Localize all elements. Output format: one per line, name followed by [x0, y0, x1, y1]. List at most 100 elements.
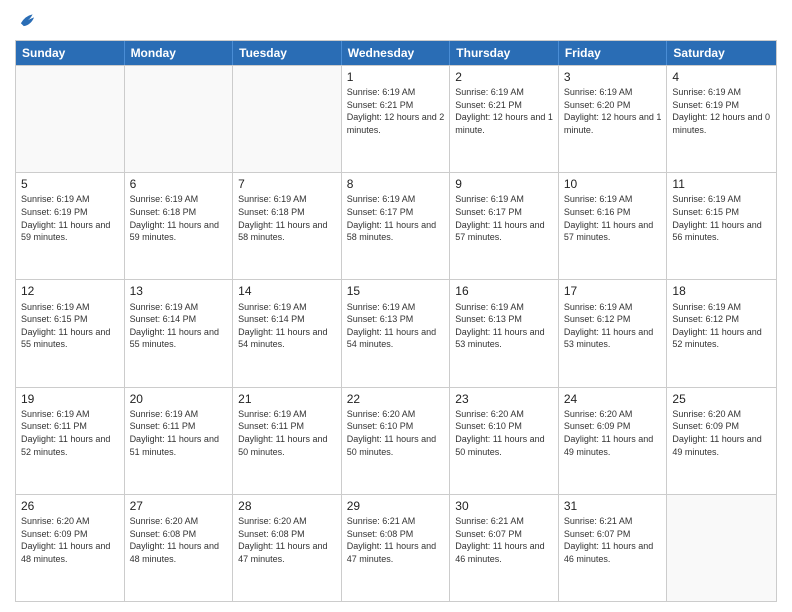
calendar-header: SundayMondayTuesdayWednesdayThursdayFrid…	[16, 41, 776, 65]
cell-info: Sunrise: 6:19 AMSunset: 6:17 PMDaylight:…	[455, 193, 553, 243]
page: SundayMondayTuesdayWednesdayThursdayFrid…	[0, 0, 792, 612]
day-number: 31	[564, 498, 662, 514]
cell-info: Sunrise: 6:20 AMSunset: 6:10 PMDaylight:…	[455, 408, 553, 458]
day-cell-10: 10Sunrise: 6:19 AMSunset: 6:16 PMDayligh…	[559, 173, 668, 279]
cell-info: Sunrise: 6:20 AMSunset: 6:08 PMDaylight:…	[130, 515, 228, 565]
cell-info: Sunrise: 6:21 AMSunset: 6:07 PMDaylight:…	[455, 515, 553, 565]
day-number: 2	[455, 69, 553, 85]
cell-info: Sunrise: 6:19 AMSunset: 6:14 PMDaylight:…	[238, 301, 336, 351]
cell-info: Sunrise: 6:19 AMSunset: 6:16 PMDaylight:…	[564, 193, 662, 243]
cell-info: Sunrise: 6:21 AMSunset: 6:07 PMDaylight:…	[564, 515, 662, 565]
day-cell-19: 19Sunrise: 6:19 AMSunset: 6:11 PMDayligh…	[16, 388, 125, 494]
cell-info: Sunrise: 6:19 AMSunset: 6:18 PMDaylight:…	[238, 193, 336, 243]
week-row-2: 5Sunrise: 6:19 AMSunset: 6:19 PMDaylight…	[16, 172, 776, 279]
day-number: 29	[347, 498, 445, 514]
week-row-3: 12 Sunrise: 6:19 AMSunset: 6:15 PMDayligh…	[16, 279, 776, 386]
cell-info: Sunrise: 6:19 AMSunset: 6:11 PMDaylight:…	[21, 408, 119, 458]
empty-cell	[667, 495, 776, 601]
day-number: 24	[564, 391, 662, 407]
week-row-5: 26Sunrise: 6:20 AMSunset: 6:09 PMDayligh…	[16, 494, 776, 601]
cell-info: Sunrise: 6:20 AMSunset: 6:09 PMDaylight:…	[672, 408, 771, 458]
day-number: 8	[347, 176, 445, 192]
cell-info: Sunrise: 6:19 AMSunset: 6:21 PMDaylight:…	[455, 86, 553, 136]
cell-info: Sunrise: 6:19 AMSunset: 6:11 PMDaylight:…	[130, 408, 228, 458]
cell-info: Sunrise: 6:20 AMSunset: 6:09 PMDaylight:…	[564, 408, 662, 458]
day-cell-20: 20Sunrise: 6:19 AMSunset: 6:11 PMDayligh…	[125, 388, 234, 494]
empty-cell	[16, 66, 125, 172]
day-cell-29: 29Sunrise: 6:21 AMSunset: 6:08 PMDayligh…	[342, 495, 451, 601]
day-number: 17	[564, 283, 662, 299]
day-cell-28: 28Sunrise: 6:20 AMSunset: 6:08 PMDayligh…	[233, 495, 342, 601]
day-number: 19	[21, 391, 119, 407]
day-number: 3	[564, 69, 662, 85]
day-number: 26	[21, 498, 119, 514]
calendar: SundayMondayTuesdayWednesdayThursdayFrid…	[15, 40, 777, 602]
day-number: 27	[130, 498, 228, 514]
logo-bird-icon	[15, 10, 37, 32]
day-number: 6	[130, 176, 228, 192]
day-cell-25: 25Sunrise: 6:20 AMSunset: 6:09 PMDayligh…	[667, 388, 776, 494]
day-header-tuesday: Tuesday	[233, 41, 342, 65]
cell-info: Sunrise: 6:19 AMSunset: 6:14 PMDaylight:…	[130, 301, 228, 351]
cell-info: Sunrise: 6:19 AMSunset: 6:17 PMDaylight:…	[347, 193, 445, 243]
day-cell-3: 3Sunrise: 6:19 AMSunset: 6:20 PMDaylight…	[559, 66, 668, 172]
cell-info: Sunrise: 6:19 AMSunset: 6:15 PMDaylight:…	[21, 301, 119, 351]
day-number: 10	[564, 176, 662, 192]
day-number: 15	[347, 283, 445, 299]
day-number: 5	[21, 176, 119, 192]
day-number: 22	[347, 391, 445, 407]
day-header-monday: Monday	[125, 41, 234, 65]
day-cell-22: 22Sunrise: 6:20 AMSunset: 6:10 PMDayligh…	[342, 388, 451, 494]
day-cell-8: 8Sunrise: 6:19 AMSunset: 6:17 PMDaylight…	[342, 173, 451, 279]
day-cell-18: 18 Sunrise: 6:19 AMSunset: 6:12 PMDayligh…	[667, 280, 776, 386]
day-number: 20	[130, 391, 228, 407]
cell-info: Sunrise: 6:19 AMSunset: 6:20 PMDaylight:…	[564, 86, 662, 136]
day-cell-23: 23Sunrise: 6:20 AMSunset: 6:10 PMDayligh…	[450, 388, 559, 494]
day-cell-21: 21Sunrise: 6:19 AMSunset: 6:11 PMDayligh…	[233, 388, 342, 494]
cell-info: Sunrise: 6:19 AMSunset: 6:15 PMDaylight:…	[672, 193, 771, 243]
header	[15, 10, 777, 32]
cell-info: Sunrise: 6:20 AMSunset: 6:09 PMDaylight:…	[21, 515, 119, 565]
cell-info: Sunrise: 6:19 AMSunset: 6:18 PMDaylight:…	[130, 193, 228, 243]
day-cell-4: 4Sunrise: 6:19 AMSunset: 6:19 PMDaylight…	[667, 66, 776, 172]
day-number: 18	[672, 283, 771, 299]
day-cell-13: 13 Sunrise: 6:19 AMSunset: 6:14 PMDayligh…	[125, 280, 234, 386]
day-number: 12	[21, 283, 119, 299]
cell-info: Sunrise: 6:19 AMSunset: 6:19 PMDaylight:…	[21, 193, 119, 243]
day-number: 4	[672, 69, 771, 85]
day-header-friday: Friday	[559, 41, 668, 65]
cell-info: Sunrise: 6:19 AMSunset: 6:12 PMDaylight:…	[564, 301, 662, 351]
cell-info: Sunrise: 6:20 AMSunset: 6:08 PMDaylight:…	[238, 515, 336, 565]
day-cell-6: 6Sunrise: 6:19 AMSunset: 6:18 PMDaylight…	[125, 173, 234, 279]
day-cell-5: 5Sunrise: 6:19 AMSunset: 6:19 PMDaylight…	[16, 173, 125, 279]
day-cell-2: 2Sunrise: 6:19 AMSunset: 6:21 PMDaylight…	[450, 66, 559, 172]
logo	[15, 10, 41, 32]
cell-info: Sunrise: 6:19 AMSunset: 6:13 PMDaylight:…	[347, 301, 445, 351]
day-header-saturday: Saturday	[667, 41, 776, 65]
day-cell-14: 14 Sunrise: 6:19 AMSunset: 6:14 PMDayligh…	[233, 280, 342, 386]
day-number: 7	[238, 176, 336, 192]
cell-info: Sunrise: 6:19 AMSunset: 6:12 PMDaylight:…	[672, 301, 771, 351]
day-cell-31: 31Sunrise: 6:21 AMSunset: 6:07 PMDayligh…	[559, 495, 668, 601]
empty-cell	[125, 66, 234, 172]
cell-info: Sunrise: 6:19 AMSunset: 6:19 PMDaylight:…	[672, 86, 771, 136]
cell-info: Sunrise: 6:21 AMSunset: 6:08 PMDaylight:…	[347, 515, 445, 565]
day-cell-24: 24Sunrise: 6:20 AMSunset: 6:09 PMDayligh…	[559, 388, 668, 494]
cell-info: Sunrise: 6:19 AMSunset: 6:21 PMDaylight:…	[347, 86, 445, 136]
cell-info: Sunrise: 6:20 AMSunset: 6:10 PMDaylight:…	[347, 408, 445, 458]
day-cell-27: 27Sunrise: 6:20 AMSunset: 6:08 PMDayligh…	[125, 495, 234, 601]
day-number: 11	[672, 176, 771, 192]
day-cell-17: 17 Sunrise: 6:19 AMSunset: 6:12 PMDayligh…	[559, 280, 668, 386]
day-number: 1	[347, 69, 445, 85]
day-cell-11: 11Sunrise: 6:19 AMSunset: 6:15 PMDayligh…	[667, 173, 776, 279]
day-header-sunday: Sunday	[16, 41, 125, 65]
day-cell-12: 12 Sunrise: 6:19 AMSunset: 6:15 PMDayligh…	[16, 280, 125, 386]
day-number: 9	[455, 176, 553, 192]
day-cell-7: 7Sunrise: 6:19 AMSunset: 6:18 PMDaylight…	[233, 173, 342, 279]
day-number: 13	[130, 283, 228, 299]
day-number: 23	[455, 391, 553, 407]
day-number: 21	[238, 391, 336, 407]
day-number: 14	[238, 283, 336, 299]
day-number: 30	[455, 498, 553, 514]
day-cell-9: 9Sunrise: 6:19 AMSunset: 6:17 PMDaylight…	[450, 173, 559, 279]
